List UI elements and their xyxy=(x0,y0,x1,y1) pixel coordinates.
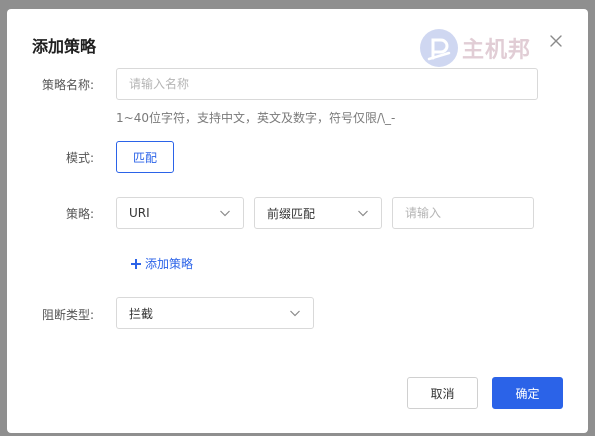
strategy-match-value: 前缀匹配 xyxy=(267,206,316,221)
chevron-down-icon xyxy=(358,210,368,217)
strategy-value-input[interactable] xyxy=(392,197,534,229)
watermark-text: 主机邦 xyxy=(462,38,532,63)
strategy-match-select[interactable]: 前缀匹配 xyxy=(254,197,382,229)
block-type-label: 阻断类型: xyxy=(41,308,94,322)
close-icon[interactable] xyxy=(548,33,564,49)
plus-icon xyxy=(131,258,141,269)
add-strategy-label: 添加策略 xyxy=(145,257,194,271)
watermark: 主机邦 xyxy=(419,28,531,68)
cancel-button[interactable]: 取消 xyxy=(407,377,478,409)
name-hint: 1~40位字符，支持中文，英文及数字，符号仅限/\_- xyxy=(116,111,396,125)
block-type-value: 拦截 xyxy=(129,306,154,321)
name-input[interactable] xyxy=(116,68,538,100)
dialog-title: 添加策略 xyxy=(32,37,97,56)
add-strategy-link[interactable]: 添加策略 xyxy=(130,255,193,272)
mode-match-button[interactable]: 匹配 xyxy=(116,141,174,173)
chevron-down-icon xyxy=(220,210,230,217)
confirm-button[interactable]: 确定 xyxy=(492,377,563,409)
p-logo-icon xyxy=(420,29,458,67)
name-label: 策略名称: xyxy=(41,78,94,92)
strategy-field-select[interactable]: URI xyxy=(116,197,244,229)
strategy-field-value: URI xyxy=(129,206,150,220)
block-type-select[interactable]: 拦截 xyxy=(116,297,314,329)
strategy-label: 策略: xyxy=(65,207,94,221)
mode-label: 模式: xyxy=(65,151,94,165)
add-strategy-dialog: 添加策略 主机邦 策略名称: 1~40位字符，支持中文，英文及数字，符号仅限/\… xyxy=(7,9,588,433)
chevron-down-icon xyxy=(290,310,300,317)
